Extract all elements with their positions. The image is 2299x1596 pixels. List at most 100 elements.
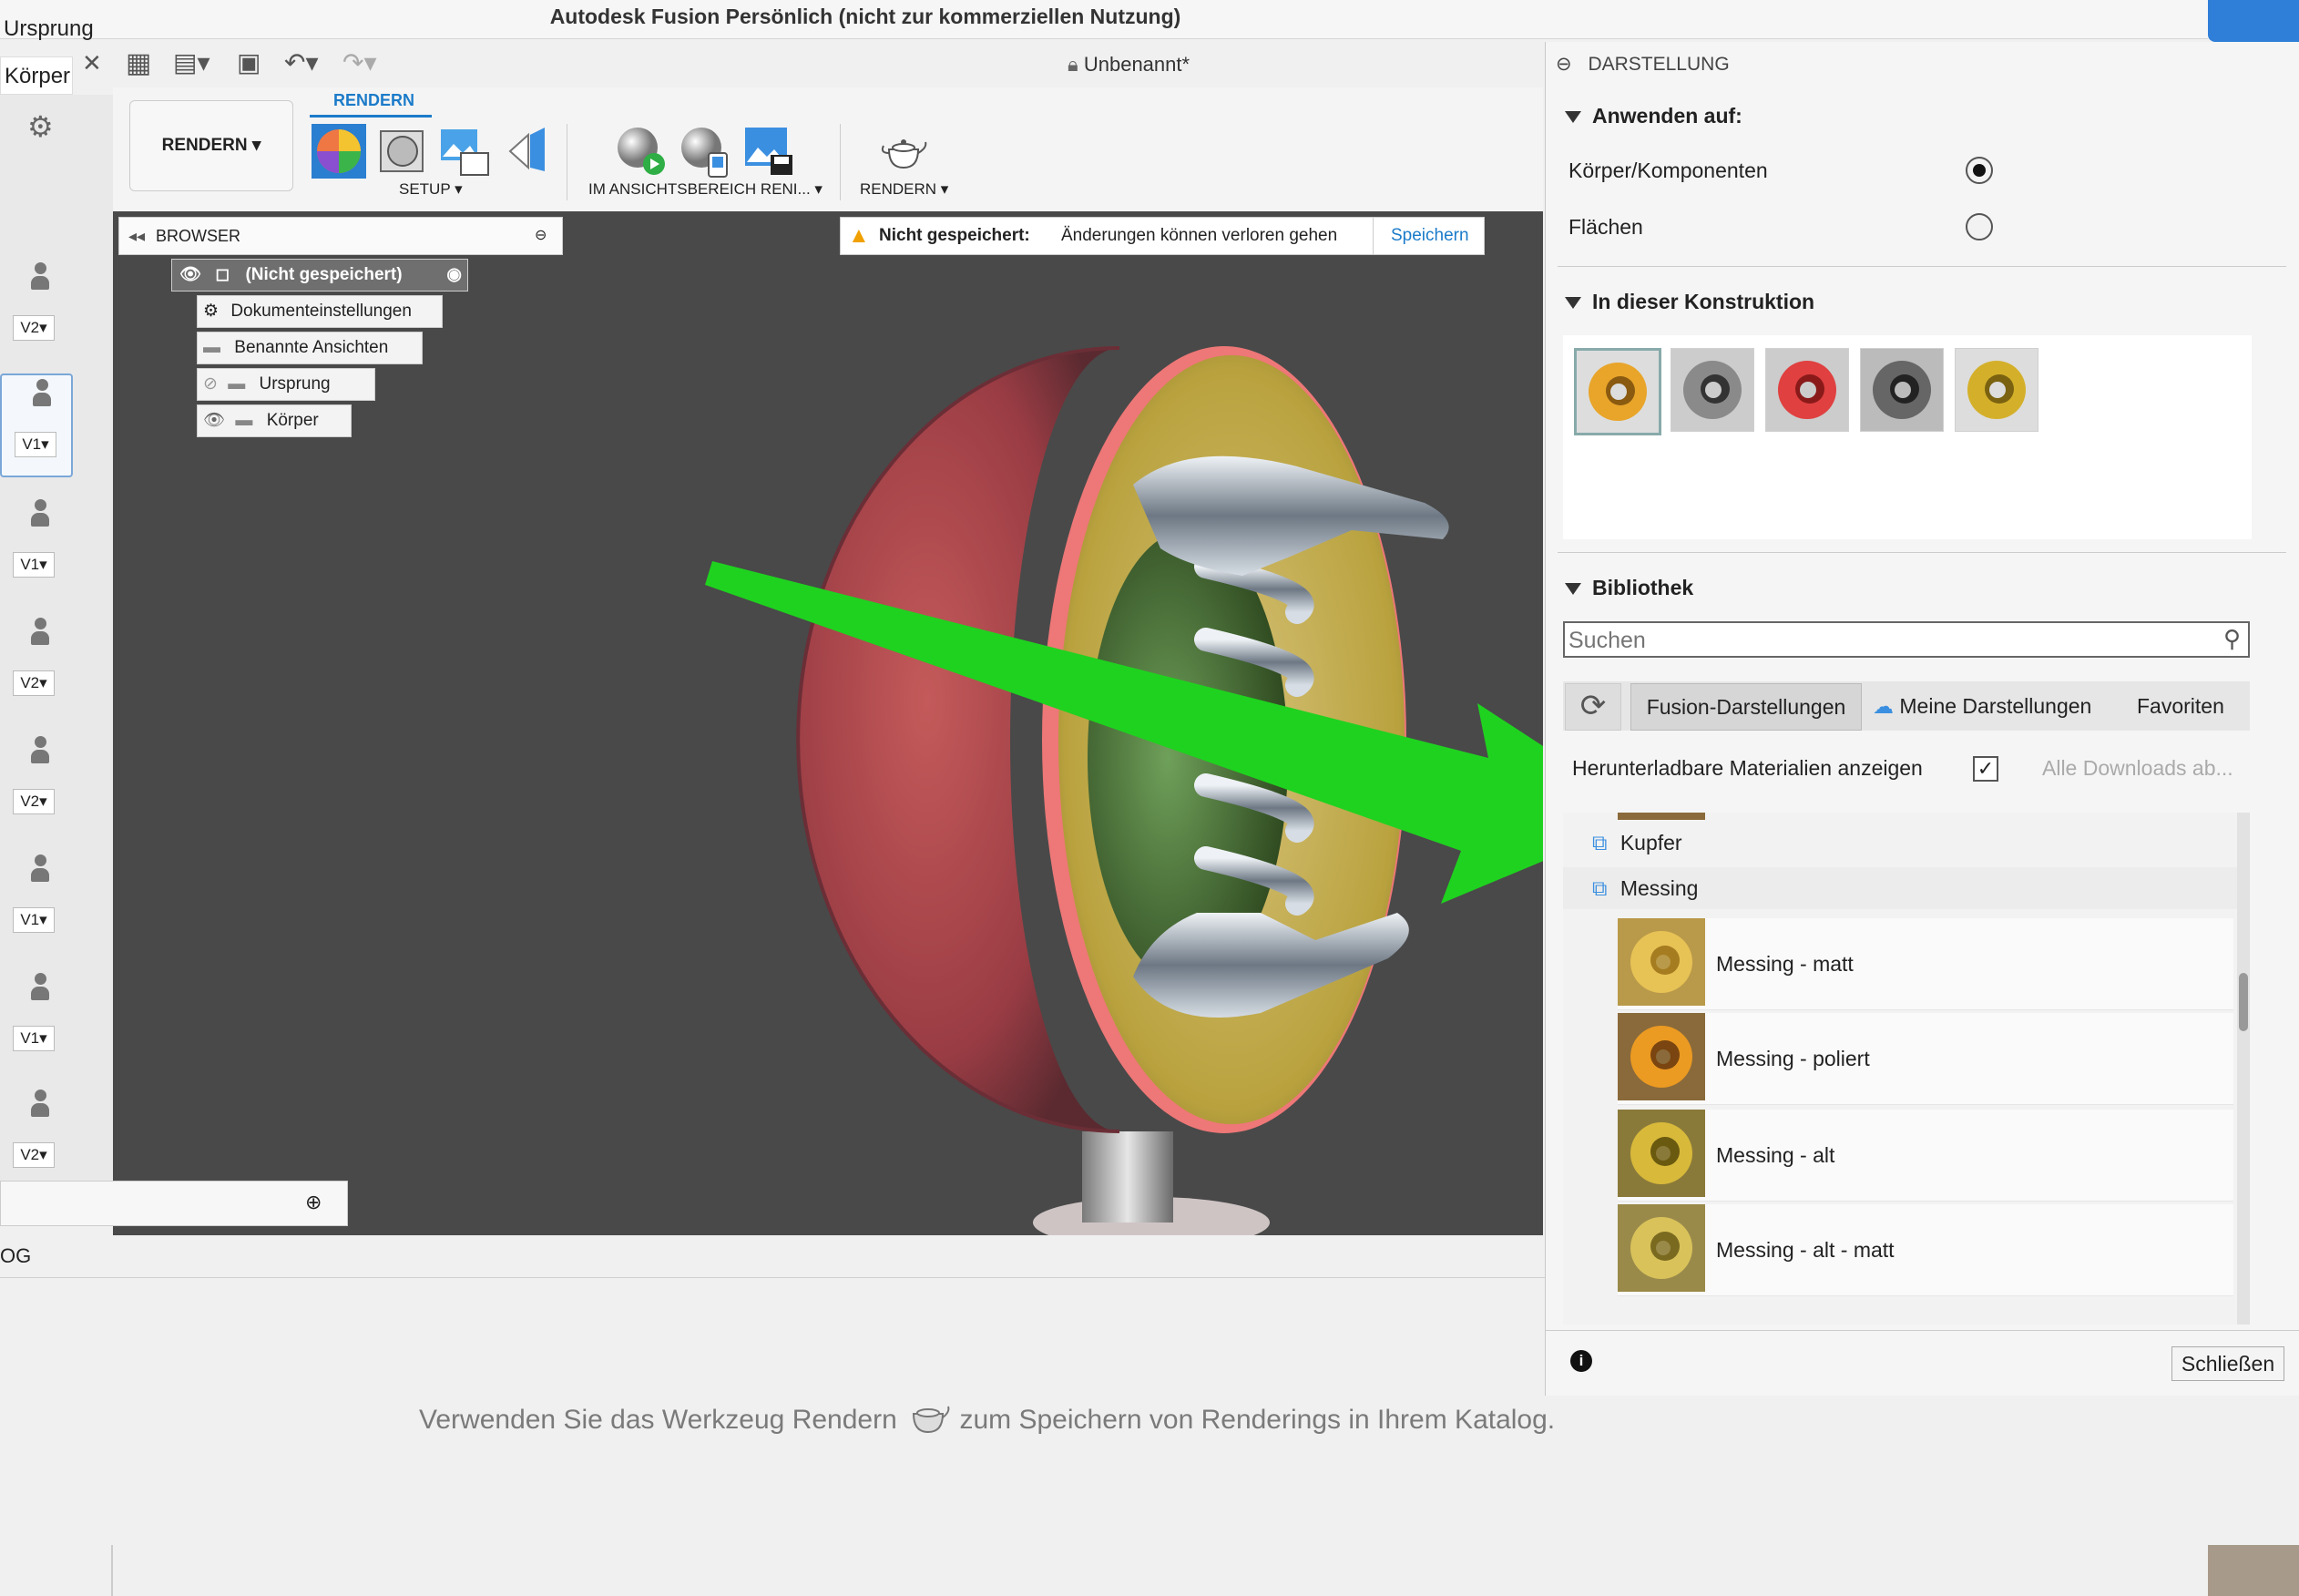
swatch-gold[interactable] [1955, 348, 2038, 432]
texture-map-icon[interactable] [437, 124, 492, 179]
stand-post [1082, 1131, 1173, 1223]
lower-hand [1133, 913, 1409, 1018]
library-search-input[interactable] [1567, 625, 2199, 656]
version-item[interactable]: V2▾ [0, 259, 69, 357]
render-group-label[interactable]: RENDERN ▾ [860, 180, 948, 199]
version-item[interactable]: V1▾ [0, 851, 69, 949]
bodies-radio[interactable] [1966, 157, 1993, 184]
scrollbar-thumb[interactable] [2239, 973, 2248, 1031]
browser-item-bodies[interactable]: 👁︎ ▬ Körper [197, 404, 352, 437]
user-icon [33, 379, 51, 408]
user-icon [31, 854, 49, 884]
teapot-icon [904, 1399, 952, 1443]
folder-icon: ⧉ [1592, 831, 1608, 854]
tab-fusion-appearances[interactable]: Fusion-Darstellungen [1630, 683, 1862, 731]
apply-option-bodies: Körper/Komponenten [1568, 159, 1768, 182]
library-item[interactable]: Messing - alt [1618, 1110, 2233, 1202]
in-canvas-render-settings-icon[interactable] [678, 124, 732, 179]
version-item[interactable]: V2▾ [0, 732, 69, 831]
library-item[interactable]: Messing - poliert [1618, 1013, 2233, 1105]
browser-item-origin[interactable]: ⊘ ▬ Ursprung [197, 368, 375, 401]
workspace-switcher[interactable]: RENDERN ▾ [129, 100, 293, 191]
version-select[interactable]: V2▾ [13, 789, 55, 814]
file-menu-icon[interactable]: ▤▾ [173, 47, 210, 77]
tab-my-appearances[interactable]: ☁ Meine Darstellungen [1873, 683, 2124, 729]
ribbon-separator [840, 124, 841, 200]
capture-image-icon[interactable] [741, 124, 796, 179]
downloadable-checkbox[interactable]: ✓ [1973, 756, 1998, 782]
version-select[interactable]: V2▾ [13, 315, 55, 341]
canvas-viewport[interactable] [113, 211, 1650, 1248]
swatch-dark-chrome[interactable] [1860, 348, 1944, 432]
minus-icon[interactable]: ⊖ [1556, 54, 1572, 75]
brass-polished-thumbnail [1618, 1013, 1705, 1100]
add-icon[interactable]: ⊕ [305, 1191, 322, 1214]
version-select[interactable]: V1▾ [15, 432, 56, 457]
tab-favorites[interactable]: Favoriten [2137, 683, 2246, 729]
folder-item-messing[interactable]: ⧉ Messing [1592, 876, 1698, 901]
swatch-red[interactable] [1765, 348, 1849, 432]
left-edge-tab[interactable]: Körper [0, 56, 73, 95]
hidden-eye-icon[interactable]: ⊘ [198, 374, 218, 394]
render-teapot-icon[interactable] [876, 124, 931, 179]
version-select[interactable]: V2▾ [13, 1142, 55, 1168]
save-link[interactable]: Speichern [1391, 218, 1469, 254]
apply-section-header[interactable]: Anwenden auf: [1565, 104, 1742, 128]
brass-aged-thumbnail [1618, 1110, 1705, 1197]
decal-icon[interactable] [501, 124, 556, 179]
library-item[interactable]: Messing - matt [1618, 918, 2233, 1010]
version-select[interactable]: V1▾ [13, 907, 55, 933]
collapse-icon[interactable]: ◂◂ [128, 218, 145, 254]
scene-settings-icon[interactable] [375, 124, 430, 179]
library-scrollbar[interactable] [2237, 813, 2250, 1325]
browser-panel-header[interactable]: ◂◂ BROWSER ⊖ [118, 217, 563, 255]
faces-radio[interactable] [1966, 213, 1993, 240]
folder-item-kupfer[interactable]: ⧉ Kupfer [1592, 831, 1682, 855]
browser-item-documentsettings[interactable]: ⚙ Dokumenteinstellungen [197, 295, 443, 328]
refresh-icon[interactable]: ⟳ [1565, 683, 1621, 731]
library-search-box[interactable]: ⚲ [1563, 621, 2250, 658]
background-thumbnail [2208, 1545, 2299, 1596]
quick-access-toolbar: ✕ ▦ ▤▾ ▣ ↶▾ ↷▾ [73, 47, 401, 84]
version-item[interactable]: V2▾ [0, 614, 69, 712]
gear-icon[interactable]: ⚙ [27, 109, 54, 144]
browser-root-node[interactable]: 👁︎ ◻︎ (Nicht gespeichert) ◉ [171, 259, 468, 292]
swatch-brass-polished[interactable] [1574, 348, 1661, 435]
eye-icon[interactable]: 👁︎ [172, 265, 201, 284]
appearance-icon[interactable] [312, 124, 366, 179]
cloud-icon: ☁ [1873, 694, 1894, 718]
swatch-chrome[interactable] [1671, 348, 1754, 432]
folder-icon: ▬ [228, 374, 246, 394]
window-title: Autodesk Fusion Persönlich (nicht zur ko… [549, 5, 1181, 28]
version-select[interactable]: V1▾ [13, 552, 55, 578]
version-item[interactable]: V2▾ [0, 1086, 69, 1184]
collapse-triangle-icon [1565, 111, 1581, 124]
version-select[interactable]: V1▾ [13, 1026, 55, 1051]
browser-title: BROWSER [156, 227, 241, 245]
version-item[interactable]: V1▾ [0, 373, 73, 477]
setup-group-label[interactable]: SETUP ▾ [399, 180, 463, 199]
minus-icon[interactable]: ⊖ [535, 218, 547, 254]
all-downloads-link[interactable]: Alle Downloads ab... [2042, 756, 2233, 781]
in-canvas-render-icon[interactable] [614, 124, 669, 179]
undo-icon[interactable]: ↶▾ [284, 47, 319, 77]
library-item[interactable]: Messing - alt - matt [1618, 1204, 2233, 1296]
gear-icon: ⚙ [203, 302, 220, 321]
search-icon[interactable]: ⚲ [2223, 625, 2241, 653]
library-section-header[interactable]: Bibliothek [1565, 576, 1693, 600]
eye-icon[interactable]: 👁︎ [198, 411, 225, 430]
tab-rendern[interactable]: RENDERN [333, 91, 414, 110]
close-icon[interactable]: ✕ [82, 49, 102, 77]
info-icon[interactable]: i [1570, 1350, 1592, 1372]
version-select[interactable]: V2▾ [13, 670, 55, 696]
redo-icon[interactable]: ↷▾ [342, 47, 377, 77]
in-design-section-header[interactable]: In dieser Konstruktion [1565, 290, 1814, 314]
apps-grid-icon[interactable]: ▦ [126, 47, 151, 79]
in-canvas-group-label[interactable]: IM ANSICHTSBEREICH RENI... ▾ [588, 180, 823, 199]
version-item[interactable]: V1▾ [0, 969, 69, 1068]
radio-icon[interactable]: ◉ [446, 260, 462, 291]
close-button[interactable]: Schließen [2171, 1346, 2284, 1381]
browser-item-namedviews[interactable]: ▬ Benannte Ansichten [197, 332, 423, 364]
version-item[interactable]: V1▾ [0, 496, 69, 594]
save-icon[interactable]: ▣ [237, 47, 261, 77]
